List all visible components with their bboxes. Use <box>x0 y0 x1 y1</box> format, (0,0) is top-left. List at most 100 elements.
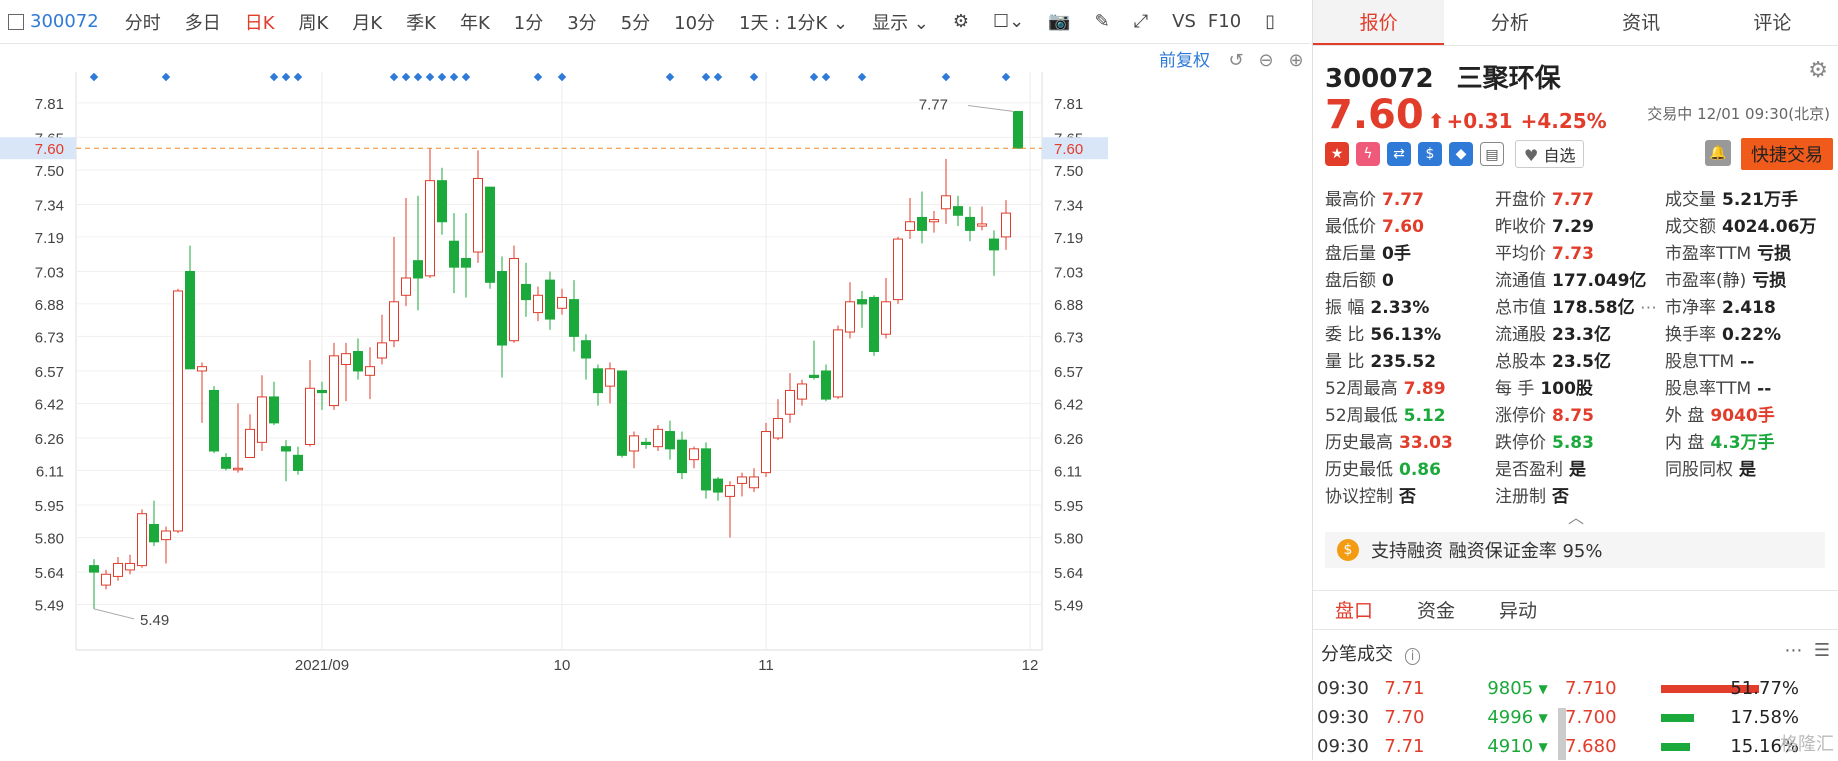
zoom-out-icon[interactable]: ⊖ <box>1258 50 1273 71</box>
stat-key: 市盈率TTM <box>1665 244 1752 264</box>
panel-settings-icon[interactable]: ⚙ <box>1808 58 1828 83</box>
stat-key: 历史最低 <box>1325 460 1393 480</box>
period-tab[interactable]: 日K <box>233 13 287 34</box>
stat-value: 5.12 <box>1403 406 1446 426</box>
candle-body <box>257 396 267 443</box>
event-marker <box>701 72 711 82</box>
candle-body <box>413 260 423 279</box>
stat-key: 股息TTM <box>1665 352 1735 372</box>
stats-row: 历史最高 33.03 跌停价 5.83 内 盘 4.3万手 <box>1325 427 1835 454</box>
period-tab[interactable]: 10分 <box>662 13 727 34</box>
reset-icon[interactable]: ↺ <box>1228 50 1243 71</box>
indicator-box-icon[interactable]: ☐⌄ <box>981 11 1036 32</box>
notes-icon[interactable]: ▤ <box>1480 142 1504 166</box>
fq-button[interactable]: 前复权 <box>1159 51 1210 70</box>
period-tab[interactable]: 月K <box>340 13 394 34</box>
candle-body <box>629 435 639 452</box>
interval-select[interactable]: 1天 : 1分K ⌄ <box>727 9 860 35</box>
stats-row: 振 幅 2.33% 总市值 178.58亿 ⋯ 市净率 2.418 <box>1325 292 1835 319</box>
fullscreen-icon[interactable]: ⤢ <box>1122 11 1160 32</box>
y-tick-label-left: 6.26 <box>35 431 64 448</box>
stat-value: 56.13% <box>1370 325 1442 345</box>
y-tick-label-left: 7.81 <box>35 96 64 113</box>
sidebar-toggle-icon[interactable] <box>8 13 24 30</box>
stat-cell: 开盘价 7.77 <box>1495 185 1665 210</box>
period-tab[interactable]: 季K <box>394 13 448 34</box>
margin-info[interactable]: $ 支持融资 融资保证金率 95% <box>1325 532 1825 568</box>
info-icon[interactable]: i <box>1404 648 1421 665</box>
stock-title: 300072 三聚环保 <box>1325 58 1561 95</box>
stat-cell: 昨收价 7.29 <box>1495 212 1665 237</box>
camera-icon[interactable]: 📷 <box>1036 11 1082 32</box>
shuffle-icon[interactable]: ⇄ <box>1387 142 1411 166</box>
quote-tab[interactable]: 报价 <box>1313 0 1445 45</box>
settings-icon[interactable]: ⚙ <box>941 11 981 32</box>
candle-body <box>1001 212 1011 238</box>
quote-tab[interactable]: 资讯 <box>1576 0 1707 45</box>
display-select[interactable]: 显示 ⌄ <box>860 9 941 35</box>
event-marker <box>665 72 675 82</box>
candle-body <box>905 221 915 231</box>
stat-key: 总市值 <box>1495 298 1546 318</box>
bell-icon[interactable]: 🔔 <box>1705 140 1731 166</box>
tick-p: 7.71 <box>1384 736 1425 757</box>
stat-value: 亏损 <box>1757 244 1792 264</box>
y-tick-label-left: 7.03 <box>35 264 64 281</box>
event-marker <box>461 72 471 82</box>
low-annotation: 5.49 <box>140 612 169 629</box>
period-tab[interactable]: 1分 <box>502 13 555 34</box>
stat-key: 52周最低 <box>1325 406 1398 426</box>
list-icon[interactable]: ☰ <box>1814 640 1830 661</box>
stats-row: 最低价 7.60 昨收价 7.29 成交额 4024.06万 <box>1325 211 1835 238</box>
stat-value: 9040手 <box>1710 406 1775 426</box>
stat-key: 内 盘 <box>1665 433 1705 453</box>
stat-value: 7.77 <box>1552 190 1594 210</box>
panel-toggle-icon[interactable]: ▯ <box>1253 11 1287 32</box>
more-icon[interactable]: ⋯ <box>1784 640 1802 661</box>
candle-body <box>1013 110 1023 149</box>
candle-body <box>785 389 795 415</box>
dist-bar <box>1661 713 1694 722</box>
candle-body <box>929 219 939 223</box>
watchlist-button[interactable]: ♥ 自选 <box>1515 140 1585 168</box>
ticks-title-text: 分笔成交 <box>1321 644 1393 665</box>
stat-value: 100股 <box>1540 379 1593 399</box>
period-tab[interactable]: 年K <box>448 13 502 34</box>
quick-trade-button[interactable]: 快捷交易 <box>1741 138 1833 170</box>
tick-t: 09:30 <box>1317 736 1369 757</box>
draw-pen-icon[interactable]: ✎ <box>1083 11 1122 32</box>
lightning-icon[interactable]: ϟ <box>1356 142 1380 166</box>
detail-tab[interactable]: 资金 <box>1395 591 1477 629</box>
tick-p: 7.70 <box>1384 707 1425 728</box>
stat-value: 否 <box>1552 487 1569 507</box>
more-icon[interactable]: ⋯ <box>1635 298 1657 318</box>
period-tab[interactable]: 多日 <box>173 13 233 34</box>
candle-body <box>401 277 411 296</box>
kline-chart[interactable]: 7.817.817.657.657.507.507.347.347.197.19… <box>0 44 1310 760</box>
f10-button[interactable]: F10 <box>1208 11 1253 32</box>
detail-tab[interactable]: 异动 <box>1477 591 1559 629</box>
tick-list: 09:30 7.71 9805 ▼ 09:30 7.70 4996 ▼ 09:30 7.71 491… <box>1313 674 1553 761</box>
period-tab[interactable]: 3分 <box>555 13 608 34</box>
stat-cell: 委 比 56.13% <box>1325 320 1495 345</box>
quote-tab[interactable]: 分析 <box>1444 0 1575 45</box>
detail-tab[interactable]: 盘口 <box>1313 591 1395 629</box>
interval-label: 1天 : 1分K <box>739 12 828 34</box>
price-tag-left: 7.60 <box>35 141 64 158</box>
y-tick-label-right: 6.88 <box>1054 297 1083 314</box>
tag-icon[interactable]: ◆ <box>1449 142 1473 166</box>
stat-value: 7.60 <box>1382 217 1424 237</box>
down-arrow-icon: ▼ <box>1538 739 1548 754</box>
y-tick-label-right: 6.26 <box>1054 431 1083 448</box>
zoom-in-icon[interactable]: ⊕ <box>1288 50 1303 71</box>
dollar-icon[interactable]: $ <box>1418 142 1442 166</box>
collapse-chevron-icon[interactable]: ︿ <box>1568 504 1584 528</box>
period-tab[interactable]: 分时 <box>113 13 173 34</box>
vs-button[interactable]: VS <box>1160 11 1208 32</box>
quote-tab[interactable]: 评论 <box>1707 0 1838 45</box>
candle-body <box>185 270 195 370</box>
dist-pct: 17.58% <box>1730 707 1799 728</box>
stock-code-link[interactable]: 300072 <box>24 11 113 32</box>
period-tab[interactable]: 周K <box>287 13 341 34</box>
period-tab[interactable]: 5分 <box>609 13 662 34</box>
